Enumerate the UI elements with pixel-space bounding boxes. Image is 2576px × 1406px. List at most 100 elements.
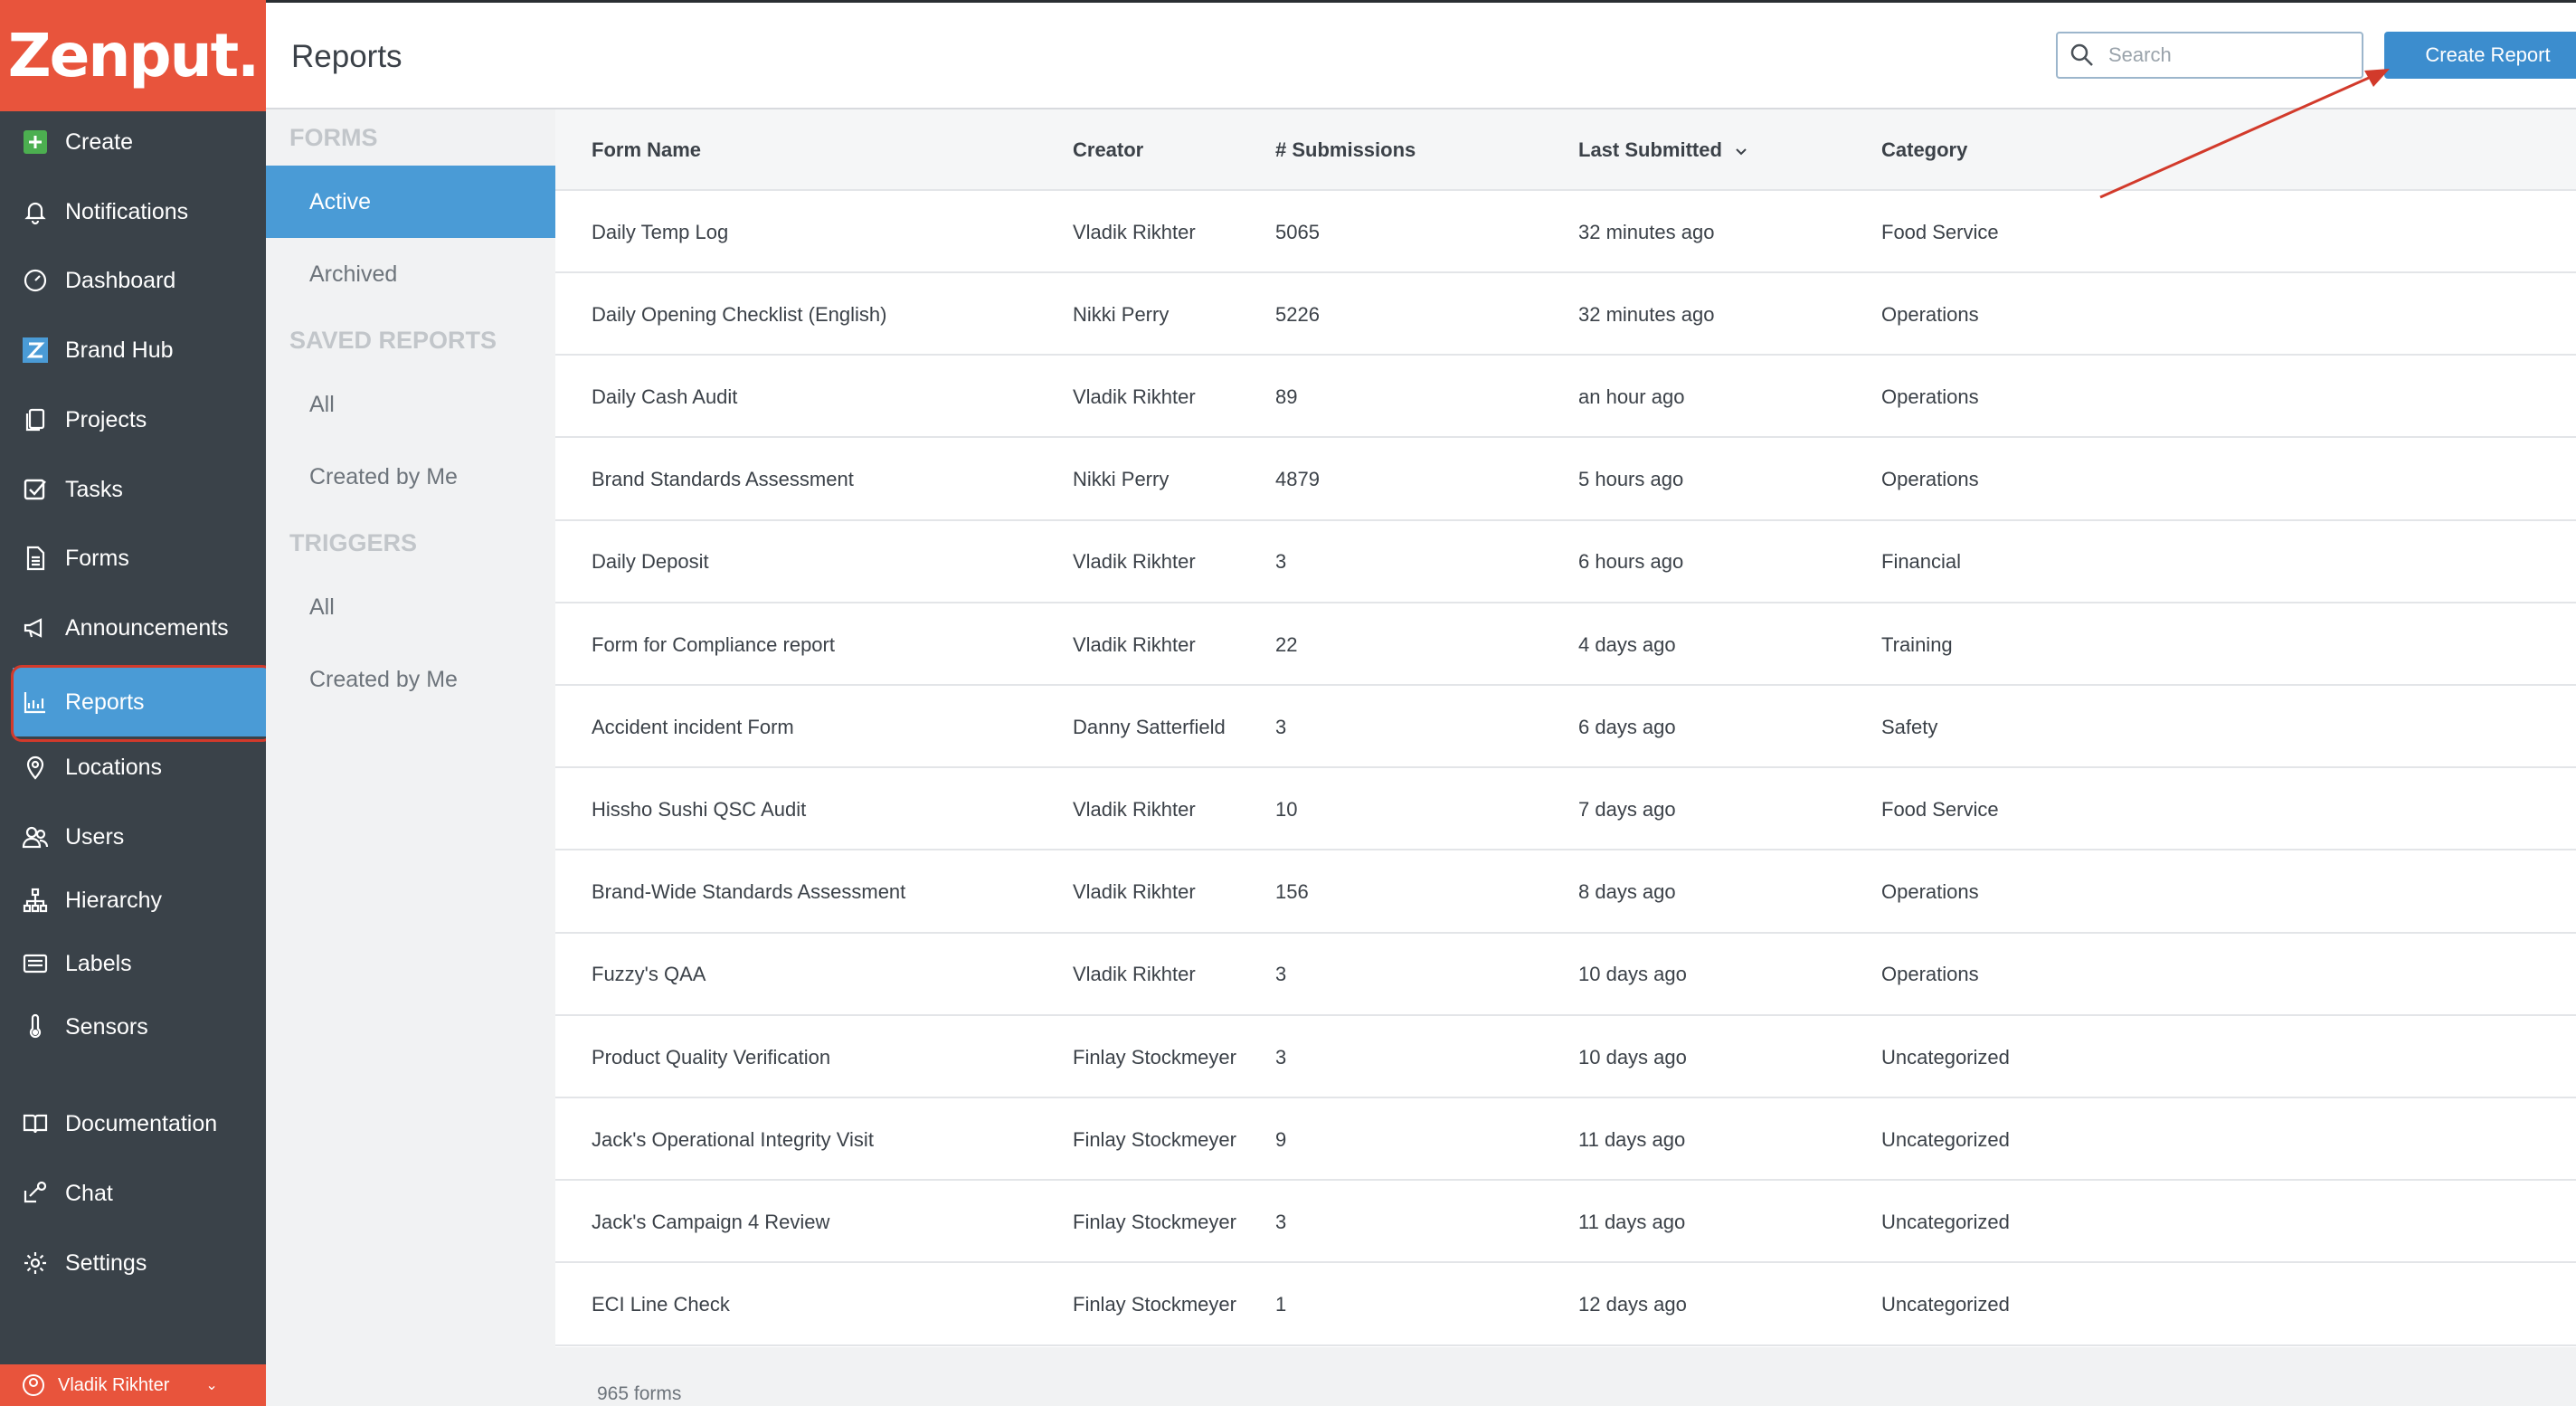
- plus-square-icon: [20, 127, 51, 157]
- creator-cell: Vladik Rikhter: [1073, 797, 1196, 821]
- category-cell: Food Service: [1881, 220, 1999, 243]
- saved-reports-heading: SAVED REPORTS: [289, 327, 497, 354]
- table-row[interactable]: Jack's Operational Integrity Visit Finlay…: [555, 1098, 2576, 1182]
- table-row[interactable]: Hissho Sushi QSC Audit Vladik Rikhter 10 7 …: [555, 768, 2576, 851]
- category-cell: Uncategorized: [1881, 1045, 2010, 1069]
- form-name-cell[interactable]: Daily Opening Checklist (English): [592, 273, 886, 356]
- nav-sensors[interactable]: Sensors: [0, 993, 266, 1061]
- category-cell: Safety: [1881, 715, 1938, 738]
- user-menu[interactable]: Vladik Rikhter ⌄: [0, 1364, 266, 1406]
- nav-dashboard[interactable]: Dashboard: [0, 246, 266, 315]
- subnav-forms-active[interactable]: Active: [266, 166, 555, 238]
- subnav-triggers-all[interactable]: All: [266, 571, 555, 643]
- user-avatar-icon: [22, 1373, 45, 1397]
- megaphone-icon: [20, 613, 51, 643]
- subnav-saved-created-by-me[interactable]: Created by Me: [266, 441, 555, 513]
- form-name-cell[interactable]: Form for Compliance report: [592, 603, 835, 686]
- submissions-cell: 4879: [1275, 468, 1320, 491]
- column-header-submissions[interactable]: # Submissions: [1275, 109, 1416, 191]
- nav-hierarchy[interactable]: Hierarchy: [0, 866, 266, 935]
- page-title: Reports: [291, 39, 402, 74]
- submissions-cell: 5065: [1275, 220, 1320, 243]
- nav-label: Notifications: [65, 198, 189, 224]
- last-submitted-cell: 8 days ago: [1578, 880, 1676, 904]
- nav-locations[interactable]: Locations: [0, 733, 266, 802]
- submissions-cell: 156: [1275, 880, 1309, 904]
- table-row[interactable]: ECI Line Check Finlay Stockmeyer 1 12 days …: [555, 1263, 2576, 1346]
- forms-table: Form Name Creator # Submissions Last Sub…: [555, 109, 2576, 1347]
- nav-announcements[interactable]: Announcements: [0, 594, 266, 662]
- form-name-cell[interactable]: Accident incident Form: [592, 686, 794, 768]
- form-name-cell[interactable]: Hissho Sushi QSC Audit: [592, 768, 806, 850]
- subnav-forms-archived[interactable]: Archived: [266, 238, 555, 310]
- nav-settings[interactable]: Settings: [0, 1229, 266, 1297]
- checkbox-icon: [20, 474, 51, 505]
- subnav-triggers-created-by-me[interactable]: Created by Me: [266, 643, 555, 716]
- nav-tasks[interactable]: Tasks: [0, 455, 266, 524]
- zenput-logo[interactable]: Zenput.: [0, 0, 266, 111]
- nav-users[interactable]: Users: [0, 803, 266, 871]
- submissions-cell: 3: [1275, 963, 1287, 986]
- document-icon: [20, 543, 51, 574]
- table-row[interactable]: Accident incident Form Danny Satterfield 3…: [555, 686, 2576, 769]
- last-submitted-cell: 6 days ago: [1578, 715, 1676, 738]
- table-row[interactable]: Daily Deposit Vladik Rikhter 3 6 hours ago F…: [555, 520, 2576, 603]
- brand-z-icon: [20, 335, 51, 366]
- nav-create[interactable]: Create: [0, 108, 266, 176]
- nav-brand-hub[interactable]: Brand Hub: [0, 316, 266, 385]
- form-name-cell[interactable]: Jack's Operational Integrity Visit: [592, 1098, 874, 1181]
- nav-notifications[interactable]: Notifications: [0, 177, 266, 246]
- table-row[interactable]: Fuzzy's QAA Vladik Rikhter 3 10 days ago Ope…: [555, 933, 2576, 1016]
- search-input[interactable]: [2107, 43, 2351, 68]
- labels-icon: [20, 948, 51, 979]
- form-name-cell[interactable]: Jack's Campaign 4 Review: [592, 1181, 829, 1263]
- column-header-category[interactable]: Category: [1881, 109, 1967, 191]
- form-name-cell[interactable]: Brand-Wide Standards Assessment: [592, 851, 905, 934]
- forms-heading: FORMS: [289, 124, 378, 151]
- table-row[interactable]: Form for Compliance report Vladik Rikhter…: [555, 603, 2576, 686]
- table-row[interactable]: Brand Standards Assessment Nikki Perry 487…: [555, 438, 2576, 521]
- form-name-cell[interactable]: Daily Cash Audit: [592, 356, 737, 438]
- column-header-creator[interactable]: Creator: [1073, 109, 1143, 191]
- submissions-cell: 10: [1275, 797, 1298, 821]
- form-name-cell[interactable]: Daily Temp Log: [592, 191, 728, 273]
- nav-forms[interactable]: Forms: [0, 524, 266, 593]
- table-row[interactable]: Daily Cash Audit Vladik Rikhter 89 an hour …: [555, 356, 2576, 439]
- table-row[interactable]: Daily Opening Checklist (English) Nikki P…: [555, 273, 2576, 356]
- nav-projects[interactable]: Projects: [0, 385, 266, 454]
- nav-labels[interactable]: Labels: [0, 929, 266, 998]
- nav-label: Forms: [65, 545, 129, 571]
- table-row[interactable]: Product Quality Verification Finlay Stock…: [555, 1016, 2576, 1098]
- table-row[interactable]: Brand-Wide Standards Assessment Vladik Ri…: [555, 850, 2576, 934]
- submissions-cell: 3: [1275, 1045, 1287, 1069]
- nav-chat[interactable]: Chat: [0, 1159, 266, 1228]
- last-submitted-cell: 5 hours ago: [1578, 468, 1684, 491]
- nav-label: Hierarchy: [65, 887, 162, 913]
- submissions-cell: 3: [1275, 550, 1287, 574]
- nav-label: Dashboard: [65, 267, 176, 293]
- last-submitted-cell: 10 days ago: [1578, 963, 1687, 986]
- page-header: Reports Create Report: [266, 0, 2576, 109]
- nav-documentation[interactable]: Documentation: [0, 1089, 266, 1158]
- subnav-saved-all[interactable]: All: [266, 368, 555, 441]
- create-report-button[interactable]: Create Report: [2384, 32, 2576, 79]
- form-name-cell[interactable]: Brand Standards Assessment: [592, 439, 854, 521]
- form-name-cell[interactable]: Fuzzy's QAA: [592, 934, 706, 1016]
- column-header-last-submitted[interactable]: Last Submitted: [1578, 109, 1747, 191]
- last-submitted-cell: 32 minutes ago: [1578, 302, 1715, 326]
- creator-cell: Nikki Perry: [1073, 468, 1170, 491]
- column-header-form-name[interactable]: Form Name: [592, 109, 701, 191]
- last-submitted-cell: 4 days ago: [1578, 632, 1676, 656]
- category-cell: Operations: [1881, 385, 1979, 408]
- gear-icon: [20, 1248, 51, 1278]
- form-name-cell[interactable]: Daily Deposit: [592, 521, 709, 603]
- category-cell: Financial: [1881, 550, 1962, 574]
- table-row[interactable]: Daily Temp Log Vladik Rikhter 5065 32 minut…: [555, 191, 2576, 273]
- form-name-cell[interactable]: ECI Line Check: [592, 1264, 730, 1346]
- search-box[interactable]: [2056, 32, 2363, 79]
- table-row[interactable]: Jack's Campaign 4 Review Finlay Stockmeye…: [555, 1181, 2576, 1264]
- nav-label: Brand Hub: [65, 337, 174, 363]
- form-name-cell[interactable]: Product Quality Verification: [592, 1016, 830, 1098]
- bell-icon: [20, 196, 51, 227]
- last-submitted-cell: 7 days ago: [1578, 797, 1676, 821]
